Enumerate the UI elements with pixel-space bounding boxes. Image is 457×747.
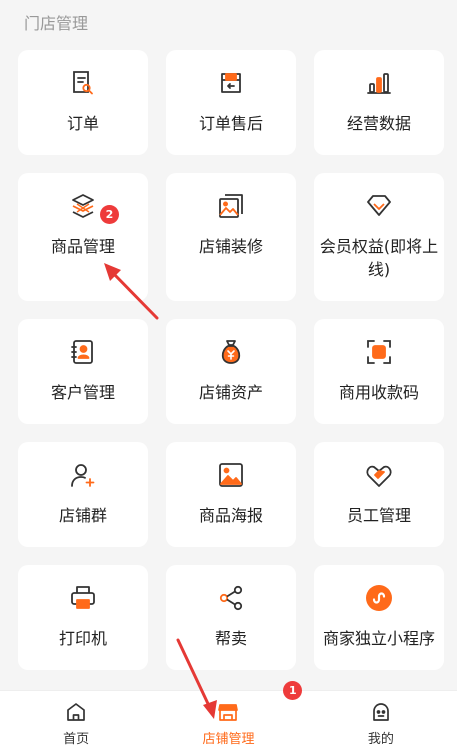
- help-sell-label: 帮卖: [214, 629, 247, 648]
- add-user-icon: [68, 460, 98, 490]
- tab-home-label: 首页: [63, 732, 90, 747]
- product-poster-card[interactable]: 商品海报: [166, 442, 296, 547]
- scan-frame-icon: [364, 337, 394, 367]
- product-poster-label: 商品海报: [198, 506, 263, 525]
- after-sales-label: 订单售后: [198, 114, 263, 133]
- home-icon: [64, 700, 88, 724]
- store-group-card[interactable]: 店铺群: [18, 442, 148, 547]
- after-sales-icon: [216, 68, 246, 98]
- member-benefits-card[interactable]: 会员权益(即将上线): [314, 173, 444, 301]
- bar-chart-icon: [364, 68, 394, 98]
- mini-program-icon: [364, 583, 394, 613]
- printer-label: 打印机: [58, 629, 107, 648]
- business-data-card[interactable]: 经营数据: [314, 50, 444, 155]
- tab-store-management[interactable]: 1 店铺管理: [152, 681, 304, 747]
- diamond-icon: [364, 191, 394, 221]
- payment-code-card[interactable]: 商用收款码: [314, 319, 444, 424]
- contact-book-icon: [68, 337, 98, 367]
- after-sales-card[interactable]: 订单售后: [166, 50, 296, 155]
- payment-code-label: 商用收款码: [338, 383, 419, 402]
- layers-icon: [68, 191, 98, 221]
- money-bag-icon: [216, 337, 246, 367]
- store-icon: [216, 700, 240, 724]
- tab-profile[interactable]: 我的: [305, 691, 457, 747]
- store-group-label: 店铺群: [58, 506, 107, 525]
- help-sell-card[interactable]: 帮卖: [166, 565, 296, 670]
- mini-program-card[interactable]: 商家独立小程序: [314, 565, 444, 670]
- order-card[interactable]: 订单: [18, 50, 148, 155]
- store-assets-label: 店铺资产: [198, 383, 263, 402]
- store-decoration-label: 店铺装修: [198, 237, 263, 256]
- mini-program-label: 商家独立小程序: [322, 629, 435, 648]
- customer-management-label: 客户管理: [50, 383, 115, 402]
- share-icon: [216, 583, 246, 613]
- tab-profile-label: 我的: [367, 732, 394, 747]
- profile-icon: [369, 700, 393, 724]
- feature-grid: 订单 订单售后 经营数据 2 商品管理 店铺装修 会员权益(即将上线) 客户管理…: [18, 50, 444, 670]
- printer-icon: [68, 583, 98, 613]
- member-benefits-label: 会员权益(即将上线): [319, 237, 439, 279]
- order-icon: [68, 68, 98, 98]
- section-title: 门店管理: [24, 14, 89, 33]
- tab-store-management-label: 店铺管理: [202, 732, 255, 747]
- product-management-card[interactable]: 2 商品管理: [18, 173, 148, 301]
- product-management-badge: 2: [100, 205, 119, 224]
- tab-home[interactable]: 首页: [0, 691, 152, 747]
- store-decoration-card[interactable]: 店铺装修: [166, 173, 296, 301]
- staff-management-label: 员工管理: [346, 506, 411, 525]
- staff-management-card[interactable]: 员工管理: [314, 442, 444, 547]
- tab-store-badge: 1: [283, 681, 303, 700]
- tab-bar: 首页 1 店铺管理 我的: [0, 681, 457, 747]
- customer-management-card[interactable]: 客户管理: [18, 319, 148, 424]
- product-management-label: 商品管理: [50, 237, 115, 256]
- business-data-label: 经营数据: [346, 114, 411, 133]
- order-label: 订单: [66, 114, 99, 133]
- handshake-icon: [364, 460, 394, 490]
- store-assets-card[interactable]: 店铺资产: [166, 319, 296, 424]
- image-icon: [216, 460, 246, 490]
- decoration-icon: [216, 191, 246, 221]
- printer-card[interactable]: 打印机: [18, 565, 148, 670]
